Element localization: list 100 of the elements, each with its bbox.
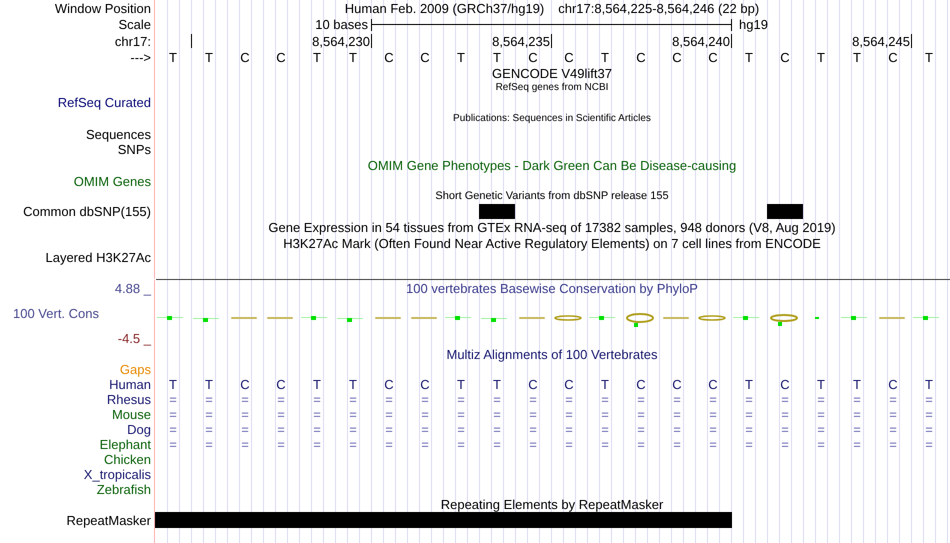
track-label[interactable]: Dog — [127, 423, 151, 436]
match-mark: = — [169, 408, 177, 421]
base-letter: T — [745, 50, 753, 64]
base-letter: C — [276, 378, 286, 391]
match-mark: = — [421, 408, 429, 421]
match-mark: = — [529, 408, 537, 421]
base-letter: C — [672, 50, 682, 64]
track-label[interactable]: Window Position — [54, 2, 151, 14]
match-mark: = — [205, 393, 213, 406]
match-mark: = — [853, 423, 861, 436]
snp-block[interactable] — [479, 204, 515, 219]
match-mark: = — [241, 408, 249, 421]
match-mark: = — [817, 408, 825, 421]
base-letter: T — [493, 50, 501, 64]
track-label[interactable]: Zebrafish — [96, 483, 151, 496]
repeat-block[interactable] — [155, 512, 732, 528]
ruler-label: 8,564,240 — [672, 34, 730, 48]
match-mark: = — [493, 438, 501, 451]
base-letter: C — [888, 378, 898, 391]
base-letter: T — [313, 378, 321, 391]
track-title: Publications: Sequences in Scientific Articles — [453, 114, 651, 124]
track-label[interactable]: Scale — [118, 18, 151, 31]
match-mark: = — [817, 438, 825, 451]
match-mark: = — [781, 438, 789, 451]
track-label[interactable]: Chicken — [104, 453, 151, 466]
base-letter: T — [817, 378, 825, 391]
base-letter: T — [493, 378, 501, 391]
match-mark: = — [493, 393, 501, 406]
match-mark: = — [745, 408, 753, 421]
track-label[interactable]: OMIM Genes — [74, 174, 151, 188]
match-mark: = — [709, 393, 717, 406]
track-label[interactable]: SNPs — [118, 142, 151, 156]
match-mark: = — [925, 438, 933, 451]
base-letter: T — [817, 50, 825, 64]
track-label[interactable]: -4.5 _ — [118, 332, 151, 345]
match-mark: = — [277, 438, 285, 451]
match-mark: = — [853, 408, 861, 421]
match-mark: = — [241, 393, 249, 406]
track-label[interactable]: Sequences — [86, 128, 151, 140]
match-mark: = — [637, 423, 645, 436]
track-label[interactable]: Common dbSNP(155) — [23, 205, 151, 218]
match-mark: = — [313, 438, 321, 451]
match-mark: = — [241, 423, 249, 436]
match-mark: = — [565, 408, 573, 421]
match-mark: = — [601, 438, 609, 451]
match-mark: = — [601, 423, 609, 436]
match-mark: = — [637, 408, 645, 421]
match-mark: = — [673, 438, 681, 451]
track-label[interactable]: Rhesus — [106, 393, 151, 406]
match-mark: = — [565, 393, 573, 406]
scale-text: 10 bases — [315, 18, 368, 31]
base-letter: C — [708, 50, 718, 64]
match-mark: = — [925, 408, 933, 421]
track-label[interactable]: X_tropicalis — [84, 468, 151, 481]
base-letter: C — [384, 378, 394, 391]
track-label[interactable]: chr17: — [114, 34, 151, 48]
track-label[interactable]: Elephant — [100, 438, 151, 451]
track-title: GENCODE V49lift37 — [492, 66, 612, 80]
match-mark: = — [925, 423, 933, 436]
match-mark: = — [421, 393, 429, 406]
track-title: Repeating Elements by RepeatMasker — [440, 498, 664, 511]
base-letter: T — [349, 50, 357, 64]
track-label[interactable]: 4.88 _ — [114, 282, 151, 295]
match-mark: = — [349, 393, 357, 406]
match-mark: = — [709, 423, 717, 436]
track-label[interactable]: Human — [109, 378, 151, 391]
match-mark: = — [421, 438, 429, 451]
match-mark: = — [313, 408, 321, 421]
ruler-label: 8,564,245 — [852, 34, 910, 48]
base-letter: C — [384, 50, 394, 64]
match-mark: = — [673, 423, 681, 436]
match-mark: = — [889, 423, 897, 436]
base-letter: C — [240, 50, 250, 64]
track-label[interactable]: RefSeq Curated — [58, 96, 151, 109]
match-mark: = — [277, 423, 285, 436]
track-label[interactable]: RepeatMasker — [66, 514, 151, 526]
snp-block[interactable] — [767, 204, 803, 219]
base-letter: C — [636, 378, 646, 391]
track-label[interactable]: ---> — [130, 50, 151, 64]
base-letter: T — [313, 50, 321, 64]
match-mark: = — [241, 438, 249, 451]
match-mark: = — [817, 393, 825, 406]
base-letter: C — [708, 378, 718, 391]
match-mark: = — [385, 393, 393, 406]
track-label[interactable]: Layered H3K27Ac — [45, 251, 151, 264]
base-letter: C — [672, 378, 682, 391]
scale-db: hg19 — [739, 18, 768, 31]
match-mark: = — [457, 408, 465, 421]
match-mark: = — [673, 408, 681, 421]
track-title: H3K27Ac Mark (Often Found Near Active Regulatory Elements) on 7 cell lines from ENCODE — [283, 236, 821, 250]
base-letter: C — [780, 50, 790, 64]
match-mark: = — [889, 438, 897, 451]
match-mark: = — [853, 438, 861, 451]
track-label[interactable]: 100 Vert. Cons — [13, 307, 99, 320]
match-mark: = — [169, 438, 177, 451]
match-mark: = — [205, 423, 213, 436]
track-title: Gene Expression in 54 tissues from GTEx RNA-seq of 17382 samples, 948 donors (V8, Aug 2019) — [268, 221, 836, 234]
track-label[interactable]: Mouse — [112, 408, 151, 421]
match-mark: = — [349, 423, 357, 436]
base-letter: T — [457, 50, 465, 64]
